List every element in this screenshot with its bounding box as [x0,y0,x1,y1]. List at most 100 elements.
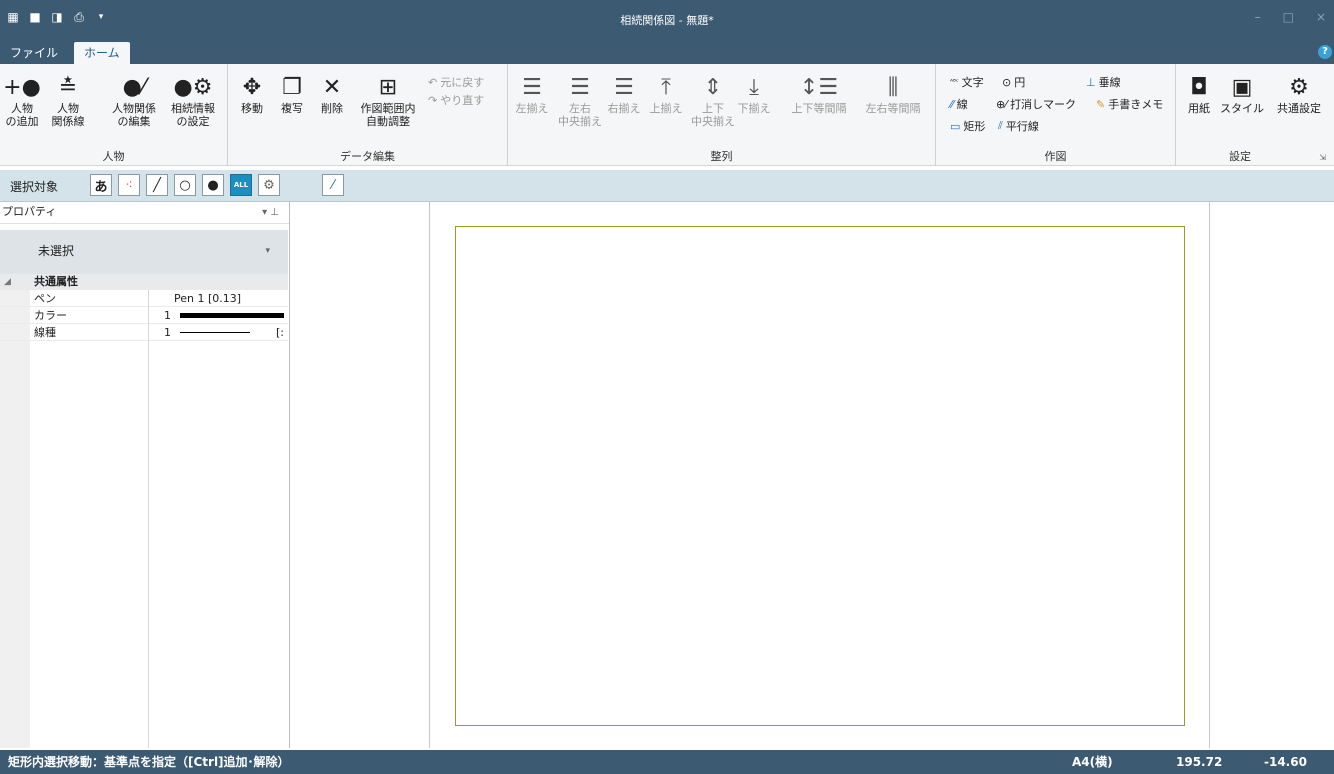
redo-button[interactable]: ↷ やり直す [428,92,484,108]
autofit-button[interactable]: ⊞ 作図範囲内 自動調整 [352,72,424,128]
coord-y: -14.60 [1264,755,1307,769]
align-bottom-button[interactable]: ⤓ 下揃え [734,72,774,115]
paper-page[interactable] [429,202,1210,748]
align-vcenter-icon: ⇕ [703,74,723,100]
status-message: 矩形内選択移動：基準点を指定（[Ctrl]追加･解除） [8,755,290,769]
property-category[interactable]: ◢ 共通属性 [0,274,288,290]
align-bottom-icon: ⤓ [749,74,759,100]
paper-button[interactable]: ◘ 用紙 [1182,72,1216,115]
add-person-button[interactable]: +● 人物 の追加 [2,72,42,128]
person-gear-icon: ●⚙ [173,74,213,100]
object-select-dropdown[interactable]: 未選択 ▾ [30,238,280,264]
inherit-settings-button[interactable]: ●⚙ 相続情報 の設定 [164,72,222,128]
line-tool-button[interactable]: ⁄⁄ 線 [950,96,968,112]
collapse-icon[interactable]: ◢ [4,274,11,290]
title-bar: ▦ ■ ◨ ⎙ ▾ 相続関係図 - 無題* – □ × [0,0,1334,40]
relation-line-button[interactable]: ≛ 人物 関係線 [48,72,88,128]
delete-button[interactable]: ✕ 削除 [314,72,350,115]
select-text-button[interactable]: あ [90,174,112,196]
close-icon[interactable]: × [1316,10,1326,24]
selection-target-bar: 選択対象 あ ⁖ ╱ ○ ● ALL ⚙ ⁄ [0,170,1334,202]
text-tool-icon: ᴬᴮᶜ [950,78,959,86]
align-hcenter-button[interactable]: ☰ 左右 中央揃え [552,72,608,128]
parallel-line-icon: ⫽ [998,119,1003,132]
relation-line-icon: ≛ [58,74,78,100]
common-settings-button[interactable]: ⚙ 共通設定 [1268,72,1330,115]
ribbon: +● 人物 の追加 ≛ 人物 関係線 ●⁄ 人物関係 の編集 ●⚙ 相続情報 の… [0,64,1334,166]
pen-icon: ✎ [1096,97,1106,111]
copy-icon: ❐ [282,74,302,100]
vertical-line-icon: ⊥ [1086,75,1096,89]
group-settings: ◘ 用紙 ▣ スタイル ⚙ 共通設定 設定 ⇲ [1176,64,1334,166]
group-person-label: 人物 [102,150,125,163]
edit-relation-button[interactable]: ●⁄ 人物関係 の編集 [106,72,162,128]
redo-icon: ↷ [428,93,438,107]
align-left-button[interactable]: ☰ 左揃え [512,72,552,115]
align-left-icon: ☰ [522,74,542,100]
vertical-spacing-icon: ↕☰ [799,74,839,100]
ribbon-tabs: ファイル ホーム ? [0,40,1334,64]
align-vcenter-button[interactable]: ⇕ 上下 中央揃え [686,72,740,128]
minimize-icon[interactable]: – [1255,10,1261,24]
horizontal-spacing-button[interactable]: ⫼ 左右等間隔 [856,72,930,115]
align-top-icon: ⤒ [661,74,671,100]
group-draw-label: 作図 [1044,150,1067,163]
cancel-mark-button[interactable]: ⊕⁄ 打消しマーク [996,96,1076,112]
tab-file[interactable]: ファイル [0,42,68,64]
maximize-icon[interactable]: □ [1283,10,1294,24]
style-button[interactable]: ▣ スタイル [1216,72,1268,115]
text-tool-button[interactable]: ᴬᴮᶜ 文字 [950,74,984,90]
drawing-frame [455,226,1185,726]
tab-home[interactable]: ホーム [74,42,130,64]
window-title: 相続関係図 - 無題* [620,14,714,27]
select-circle-button[interactable]: ○ [174,174,196,196]
drawing-canvas[interactable] [291,202,1334,748]
undo-button[interactable]: ↶ 元に戻す [428,74,484,90]
delete-icon: ✕ [322,74,342,100]
property-row-color[interactable]: カラー 1 [0,307,288,324]
selection-target-label: 選択対象 [10,180,59,194]
horizontal-spacing-icon: ⫼ [887,74,899,100]
chevron-down-icon: ▾ [265,246,270,256]
add-person-icon: +● [3,74,41,100]
dialog-launcher-icon[interactable]: ⇲ [1319,153,1326,162]
property-panel-header: プロパティ ▾ ⊥ [0,202,289,224]
select-person-button[interactable]: ● [202,174,224,196]
rectangle-tool-button[interactable]: ▭ 矩形 [950,118,985,134]
vertical-line-button[interactable]: ⊥ 垂線 [1086,74,1121,90]
cancel-mark-icon: ⊕⁄ [996,97,1008,111]
align-top-button[interactable]: ⤒ 上揃え [646,72,686,115]
handwrite-memo-button[interactable]: ✎ 手書きメモ [1096,96,1163,112]
status-bar: 矩形内選択移動：基準点を指定（[Ctrl]追加･解除） A4(横) 195.72… [0,750,1334,774]
align-right-icon: ☰ [614,74,634,100]
move-button[interactable]: ✥ 移動 [234,72,270,115]
panel-pin-icon[interactable]: ▾ ⊥ [262,203,279,223]
group-align-label: 整列 [710,150,733,163]
edit-relation-icon: ●⁄ [122,74,146,100]
circle-tool-icon: ⊙ [1002,75,1012,89]
property-row-pen[interactable]: ペン Pen 1 [0.13] [0,290,288,307]
color-swatch [180,313,284,318]
line-tool-icon: ⁄⁄ [950,97,954,111]
help-icon[interactable]: ? [1318,45,1332,59]
select-tool-icon[interactable]: ⁄ [322,174,344,196]
copy-button[interactable]: ❐ 複写 [274,72,310,115]
vertical-spacing-button[interactable]: ↕☰ 上下等間隔 [784,72,854,115]
align-right-button[interactable]: ☰ 右揃え [604,72,644,115]
group-data-edit-label: データ編集 [340,150,395,163]
style-card-icon: ▣ [1231,74,1253,100]
select-points-button[interactable]: ⁖ [118,174,140,196]
circle-tool-button[interactable]: ⊙ 円 [1002,74,1025,90]
line-type-preview [180,332,250,333]
group-person: +● 人物 の追加 ≛ 人物 関係線 ●⁄ 人物関係 の編集 ●⚙ 相続情報 の… [0,64,228,166]
rectangle-tool-icon: ▭ [950,119,961,133]
property-row-line-type[interactable]: 線種 1 [: [0,324,288,341]
select-line-button[interactable]: ╱ [146,174,168,196]
group-data-edit: ✥ 移動 ❐ 複写 ✕ 削除 ⊞ 作図範囲内 自動調整 ↶ 元に戻す ↷ やり直… [228,64,508,166]
parallel-line-button[interactable]: ⫽ 平行線 [998,118,1039,134]
select-all-button[interactable]: ALL [230,174,252,196]
align-hcenter-icon: ☰ [570,74,590,100]
gear-icon: ⚙ [1289,74,1309,100]
coord-x: 195.72 [1176,755,1223,769]
select-settings-gear-icon[interactable]: ⚙ [258,174,280,196]
